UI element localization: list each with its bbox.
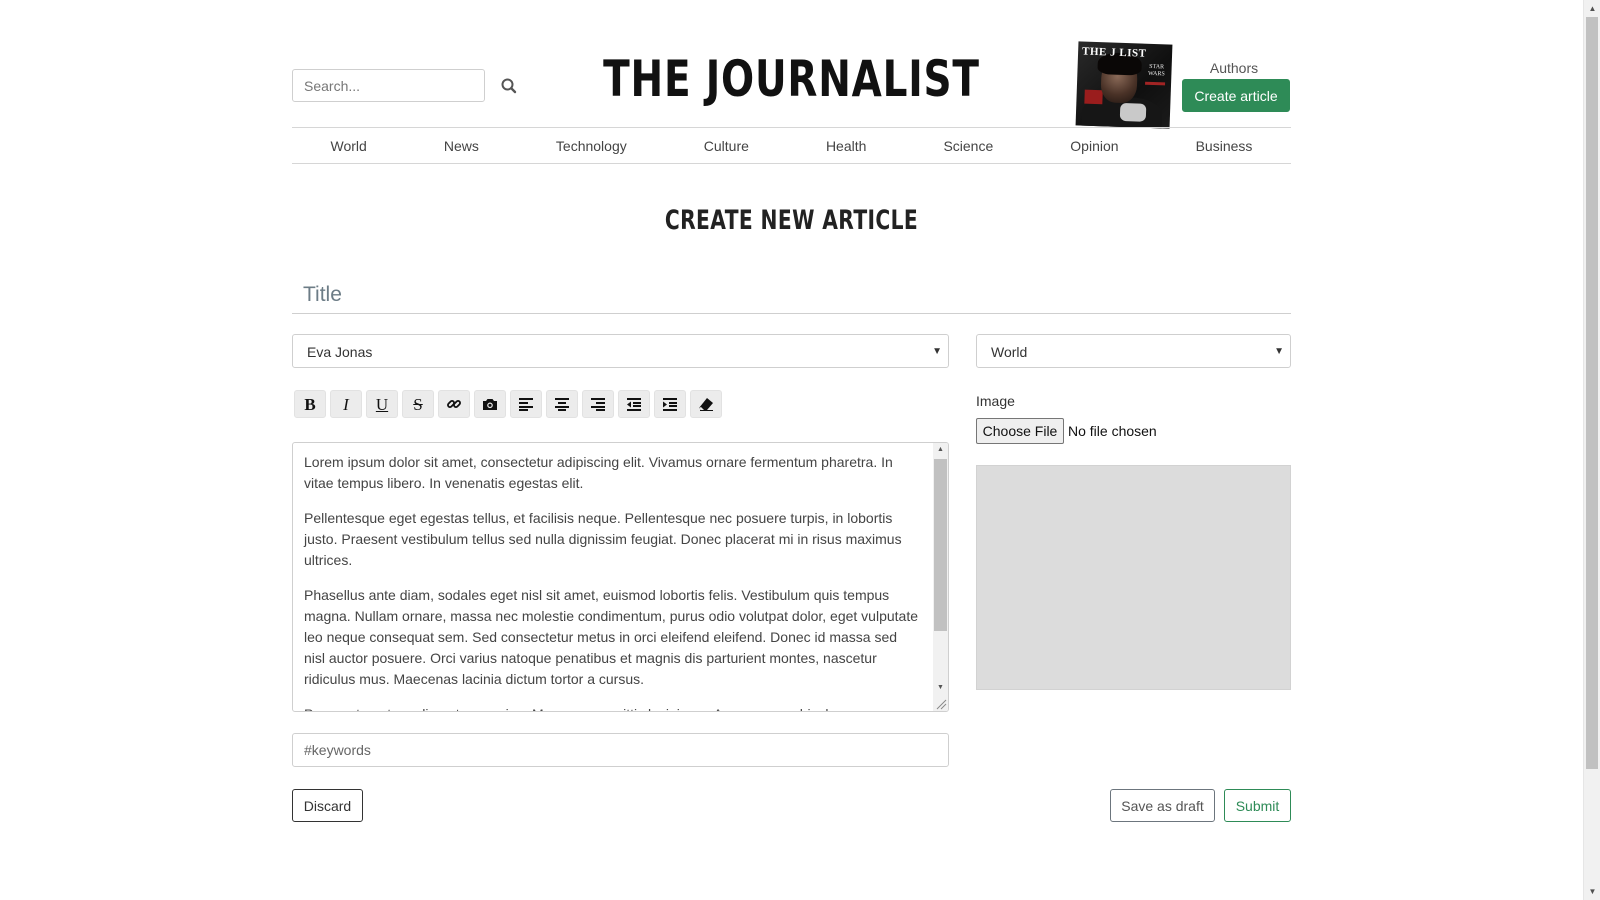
editor-paragraph: Phasellus ante diam, sodales eget nisl s…: [304, 587, 919, 687]
site-logo[interactable]: THE JOURNALIST: [402, 50, 1181, 108]
nav-item-technology[interactable]: Technology: [556, 138, 627, 154]
cover-figure-arm: [1119, 102, 1147, 122]
discard-button[interactable]: Discard: [292, 789, 363, 822]
underline-icon[interactable]: U: [366, 390, 398, 418]
camera-icon[interactable]: [474, 390, 506, 418]
scroll-up-arrow-icon[interactable]: ▲: [1584, 0, 1600, 17]
editor-scrollbar[interactable]: ▲ ▼: [933, 443, 948, 711]
editor-scrollbar-thumb[interactable]: [934, 459, 947, 631]
cover-accent: [1145, 81, 1166, 86]
eraser-icon[interactable]: [690, 390, 722, 418]
create-article-button[interactable]: Create article: [1182, 79, 1290, 112]
align-right-icon[interactable]: [582, 390, 614, 418]
indent-icon[interactable]: [654, 390, 686, 418]
nav-item-opinion[interactable]: Opinion: [1070, 138, 1118, 154]
image-preview: [976, 465, 1291, 690]
nav-item-culture[interactable]: Culture: [704, 138, 749, 154]
strikethrough-icon[interactable]: S: [402, 390, 434, 418]
image-label: Image: [976, 393, 1015, 409]
editor-paragraph: Praesent eget condimentum sapien. Maecen…: [304, 704, 919, 711]
editor-paragraph: Lorem ipsum dolor sit amet, consectetur …: [304, 454, 893, 491]
cover-accent: [1084, 89, 1103, 105]
nav-item-health[interactable]: Health: [826, 138, 866, 154]
resize-handle-icon[interactable]: [933, 696, 947, 710]
scroll-down-arrow-icon[interactable]: ▼: [933, 681, 948, 695]
nav-item-world[interactable]: World: [331, 138, 367, 154]
bold-icon[interactable]: B: [294, 390, 326, 418]
align-left-icon[interactable]: [510, 390, 542, 418]
section-select[interactable]: World ▼: [976, 334, 1291, 368]
nav-item-business[interactable]: Business: [1196, 138, 1253, 154]
author-select[interactable]: Eva Jonas ▼: [292, 334, 949, 368]
keywords-input[interactable]: [292, 733, 949, 767]
link-icon[interactable]: [438, 390, 470, 418]
nav-item-news[interactable]: News: [444, 138, 479, 154]
align-center-icon[interactable]: [546, 390, 578, 418]
chevron-down-icon: ▼: [932, 346, 942, 357]
choose-file-button[interactable]: Choose File: [976, 418, 1064, 444]
section-select-value: World: [991, 344, 1028, 360]
outdent-icon[interactable]: [618, 390, 650, 418]
editor-toolbar: B I U S: [294, 390, 726, 418]
page-scrollbar-thumb[interactable]: [1586, 17, 1598, 769]
title-input[interactable]: [292, 276, 1291, 314]
page-scrollbar[interactable]: ▲ ▼: [1583, 0, 1600, 900]
authors-link[interactable]: Authors: [1180, 60, 1288, 76]
magazine-cover-image[interactable]: THE J LIST STAR WARS: [1075, 41, 1173, 129]
chevron-down-icon: ▼: [1274, 346, 1284, 357]
scroll-down-arrow-icon[interactable]: ▼: [1584, 883, 1600, 900]
page-title: CREATE NEW ARTICLE: [664, 205, 919, 236]
scroll-up-arrow-icon[interactable]: ▲: [933, 443, 948, 457]
file-status-text: No file chosen: [1068, 423, 1157, 439]
cover-subtitle: STAR WARS: [1147, 63, 1165, 78]
page-container: THE JOURNALIST THE J LIST STAR WARS Auth…: [292, 0, 1291, 900]
author-select-value: Eva Jonas: [307, 344, 373, 360]
nav-item-science[interactable]: Science: [943, 138, 993, 154]
submit-button[interactable]: Submit: [1224, 789, 1291, 822]
editor-paragraph: Pellentesque eget egestas tellus, et fac…: [304, 510, 902, 568]
cover-masthead: THE J LIST: [1081, 45, 1147, 60]
editor-content[interactable]: Lorem ipsum dolor sit amet, consectetur …: [304, 452, 919, 711]
category-nav: World News Technology Culture Health Sci…: [292, 127, 1291, 164]
italic-icon[interactable]: I: [330, 390, 362, 418]
save-draft-button[interactable]: Save as draft: [1110, 789, 1215, 822]
article-body-editor[interactable]: Lorem ipsum dolor sit amet, consectetur …: [292, 442, 949, 712]
